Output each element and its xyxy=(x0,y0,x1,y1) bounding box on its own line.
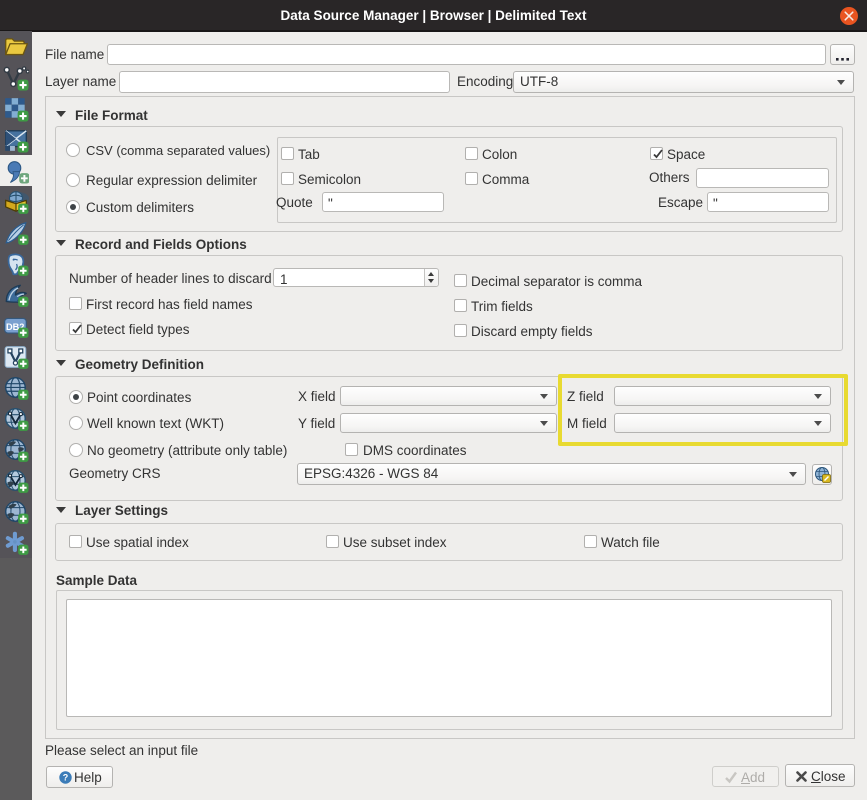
svg-text:?: ? xyxy=(63,773,69,783)
